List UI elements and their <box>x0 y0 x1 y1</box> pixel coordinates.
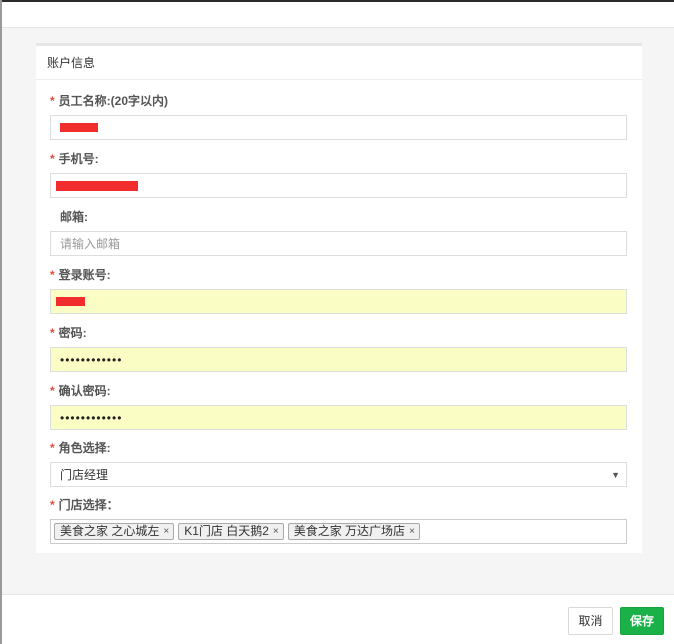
password-label: * 密码: <box>50 326 87 340</box>
phone-group: * 手机号: <box>50 151 627 198</box>
modal-footer: 取消 保存 <box>2 596 674 644</box>
store-label: * 门店选择： <box>50 498 119 512</box>
employee-name-label: * 员工名称:(20字以内) <box>50 94 169 108</box>
account-info-panel: 账户信息 * 员工名称:(20字以内) * 手机号: 邮箱: 请输入邮箱 * 登… <box>36 43 642 553</box>
employee-name-input[interactable] <box>50 115 627 140</box>
role-selected-value: 门店经理 <box>60 468 109 482</box>
tag-remove-icon[interactable]: × <box>409 524 415 539</box>
role-label: * 角色选择: <box>50 441 111 455</box>
modal-body: 账户信息 * 员工名称:(20字以内) * 手机号: 邮箱: 请输入邮箱 * 登… <box>2 28 674 595</box>
required-mark: * <box>50 94 55 108</box>
cancel-button[interactable]: 取消 <box>568 607 613 635</box>
store-multiselect[interactable]: 美食之家 之心城左 × K1门店 白天鹅2 × 美食之家 万达广场店 × <box>50 519 627 544</box>
confirm-password-group: * 确认密码: •••••••••••• <box>50 383 627 430</box>
required-mark: * <box>50 326 55 340</box>
required-mark: * <box>50 384 55 398</box>
login-account-input[interactable] <box>50 289 627 314</box>
login-account-group: * 登录账号: <box>50 267 627 314</box>
confirm-password-input[interactable]: •••••••••••• <box>50 405 627 430</box>
password-group: * 密码: •••••••••••• <box>50 325 627 372</box>
required-mark: * <box>50 441 55 455</box>
phone-input[interactable] <box>50 173 627 198</box>
panel-title: 账户信息 <box>36 46 642 80</box>
phone-label: * 手机号: <box>50 152 99 166</box>
email-group: 邮箱: 请输入邮箱 <box>50 209 627 256</box>
confirm-password-label: * 确认密码: <box>50 384 111 398</box>
redacted-value <box>60 123 98 132</box>
tag-remove-icon[interactable]: × <box>163 524 169 539</box>
email-placeholder: 请输入邮箱 <box>60 237 121 251</box>
confirm-password-value: •••••••••••• <box>60 410 123 425</box>
required-mark: * <box>50 268 55 282</box>
role-select[interactable]: 门店经理 ▼ <box>50 462 627 487</box>
email-input[interactable]: 请输入邮箱 <box>50 231 627 256</box>
redacted-value <box>56 180 138 191</box>
modal-header <box>2 2 674 28</box>
required-mark: * <box>50 152 55 166</box>
store-tag: K1门店 白天鹅2 × <box>178 523 284 540</box>
role-group: * 角色选择: 门店经理 ▼ <box>50 440 627 487</box>
password-input[interactable]: •••••••••••• <box>50 347 627 372</box>
employee-name-group: * 员工名称:(20字以内) <box>50 93 627 140</box>
store-tag: 美食之家 万达广场店 × <box>287 523 420 540</box>
dropdown-arrow-icon: ▼ <box>611 470 620 480</box>
store-group: * 门店选择： 美食之家 之心城左 × K1门店 白天鹅2 × 美食之家 万达广场… <box>50 497 627 544</box>
password-value: •••••••••••• <box>60 352 123 367</box>
save-button[interactable]: 保存 <box>620 607 664 635</box>
tag-remove-icon[interactable]: × <box>273 524 279 539</box>
redacted-value <box>56 297 85 306</box>
required-mark: * <box>50 498 55 512</box>
store-tag: 美食之家 之心城左 × <box>54 523 175 540</box>
email-label: 邮箱: <box>60 210 88 224</box>
login-account-label: * 登录账号: <box>50 268 111 282</box>
